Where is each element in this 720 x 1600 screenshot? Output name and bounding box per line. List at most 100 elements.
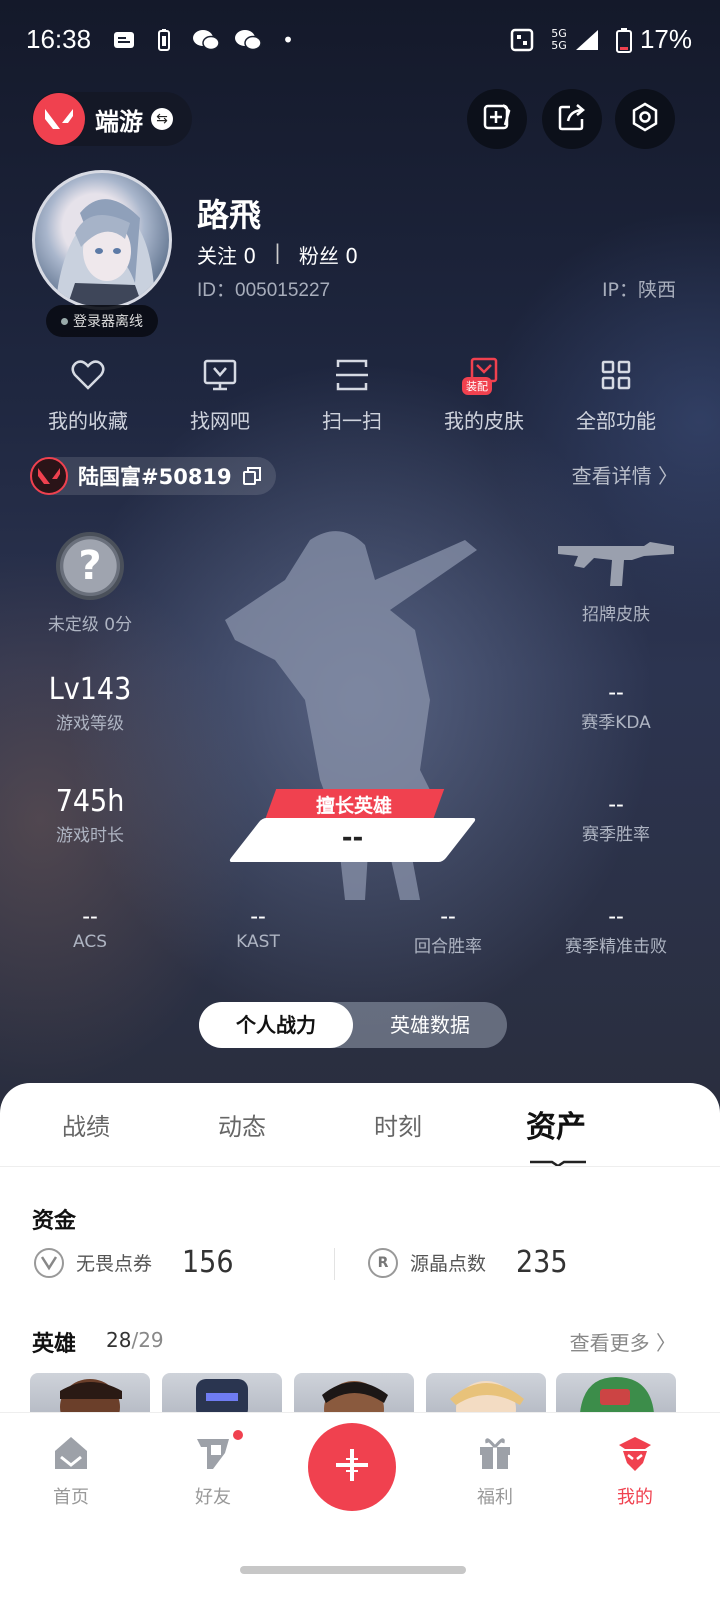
battery-icon — [612, 28, 636, 53]
status-time: 16:38 — [26, 24, 92, 54]
follow-row: 关注 0 | 粉丝 0 — [197, 240, 358, 269]
winrate-stat: -- 赛季胜率 — [556, 790, 676, 845]
nav-me[interactable]: 我的 — [590, 1433, 680, 1509]
fans-stat[interactable]: 粉丝 0 — [299, 240, 358, 269]
hero-card[interactable] — [294, 1373, 414, 1413]
nav-welfare[interactable]: 福利 — [450, 1433, 540, 1509]
message-icon — [112, 28, 136, 52]
avatar[interactable] — [32, 170, 172, 310]
toggle-hero-data[interactable]: 英雄数据 — [353, 1002, 507, 1048]
fund-valorant-points[interactable]: 无畏点券 156 — [34, 1245, 234, 1280]
wechat-icon — [192, 28, 220, 52]
hero-card[interactable] — [162, 1373, 282, 1413]
hero-card[interactable] — [426, 1373, 546, 1413]
unranked-icon: ? — [56, 532, 124, 600]
round-winrate-value: -- — [440, 902, 456, 930]
tab-assets[interactable]: 资产 — [526, 1102, 586, 1146]
game-name: 端游 — [95, 107, 143, 136]
monitor-icon — [200, 355, 240, 395]
ip-location: IP：陕西 — [601, 279, 676, 301]
share-button[interactable] — [542, 89, 602, 149]
rank-stat[interactable]: ? 未定级 0分 — [40, 532, 140, 635]
battery-percent: 17% — [639, 24, 692, 54]
acs-stat: -- ACS — [40, 902, 140, 952]
plus-icon — [332, 1445, 372, 1489]
signal-icon — [574, 28, 598, 52]
tab-indicator — [530, 1152, 586, 1168]
precise-kills-label: 赛季精准击败 — [565, 937, 667, 957]
create-post-button[interactable] — [308, 1423, 396, 1511]
status-bar: 16:38 • 5G 5G 17% — [0, 0, 720, 80]
func-scan[interactable]: 扫一扫 — [292, 355, 412, 434]
share-icon — [556, 101, 588, 137]
account-name: 陆国富#50819 — [78, 465, 232, 489]
view-toggle: 英雄数据 个人战力 — [199, 1002, 507, 1048]
round-winrate-label: 回合胜率 — [414, 937, 482, 957]
settings-button[interactable] — [615, 89, 675, 149]
hero-card[interactable] — [556, 1373, 676, 1413]
edit-card-button[interactable] — [467, 89, 527, 149]
divider — [0, 1166, 720, 1167]
view-more-link[interactable]: 查看更多 〉 — [570, 1327, 676, 1356]
rank-label: 未定级 0分 — [47, 615, 133, 635]
kast-stat: -- KAST — [208, 902, 308, 952]
heroes-title: 英雄 — [32, 1332, 77, 1357]
friends-icon — [193, 1433, 233, 1473]
game-account-chip[interactable]: 陆国富#50819 — [30, 457, 276, 495]
nickname: 路飛 — [197, 196, 262, 234]
login-status-text: 登录器离线 — [73, 314, 143, 330]
more-dot-icon: • — [282, 28, 294, 52]
signature-skin-stat[interactable]: 招牌皮肤 — [548, 538, 684, 625]
fund-radianite-points[interactable]: R 源晶点数 235 — [368, 1245, 568, 1280]
level-stat: Lv143 游戏等级 — [30, 672, 150, 734]
nav-friends[interactable]: 好友 — [168, 1433, 258, 1509]
grid-icon — [596, 355, 636, 395]
winrate-value: -- — [608, 790, 624, 818]
tab-records[interactable]: 战绩 — [62, 1107, 110, 1142]
valorant-points-icon — [34, 1247, 64, 1278]
fund-divider — [334, 1248, 335, 1280]
radianite-points-icon: R — [368, 1247, 398, 1278]
tab-moments-feed[interactable]: 动态 — [218, 1107, 266, 1142]
view-details-link[interactable]: 查看详情 〉 — [572, 460, 678, 489]
home-indicator — [240, 1566, 466, 1574]
hero-card[interactable] — [30, 1373, 150, 1413]
level-value: Lv143 — [48, 672, 132, 707]
user-id: ID：005015227 — [197, 280, 331, 301]
scan-icon — [332, 355, 372, 395]
precise-kills-stat: -- 赛季精准击败 — [546, 902, 686, 957]
kast-value: -- — [250, 902, 266, 930]
offline-dot-icon — [61, 317, 68, 325]
copy-icon[interactable] — [242, 466, 262, 486]
acs-label: ACS — [73, 932, 107, 952]
func-favorites[interactable]: 我的收藏 — [28, 355, 148, 434]
notification-dot — [231, 1428, 245, 1442]
playtime-value: 745h — [55, 784, 125, 819]
playtime-stat: 745h 游戏时长 — [30, 784, 150, 846]
precise-kills-value: -- — [608, 902, 624, 930]
edit-card-icon — [481, 101, 513, 137]
func-my-skins[interactable]: 装配 我的皮肤 — [424, 355, 544, 434]
nav-home[interactable]: 首页 — [26, 1433, 116, 1509]
home-icon — [51, 1433, 91, 1473]
kda-value: -- — [608, 678, 624, 706]
func-all[interactable]: 全部功能 — [556, 355, 676, 434]
game-switcher[interactable]: 端游 ⇆ — [32, 92, 192, 146]
round-winrate-stat: -- 回合胜率 — [388, 902, 508, 957]
toggle-personal-power[interactable]: 个人战力 — [199, 1002, 353, 1048]
nfc-icon — [510, 28, 534, 52]
gift-icon — [475, 1433, 515, 1473]
tab-highlights[interactable]: 时刻 — [374, 1107, 422, 1142]
following-stat[interactable]: 关注 0 — [197, 240, 256, 269]
func-find-cafe[interactable]: 找网吧 — [160, 355, 280, 434]
account-logo-icon — [30, 457, 68, 495]
kda-stat: -- 赛季KDA — [556, 678, 676, 733]
me-icon — [615, 1433, 655, 1473]
smg-icon — [548, 538, 684, 594]
skin-icon: 装配 — [462, 355, 504, 395]
best-hero-value: -- — [341, 823, 364, 853]
settings-hex-icon — [629, 101, 661, 137]
heart-icon — [68, 355, 108, 395]
level-label: 游戏等级 — [56, 714, 124, 734]
login-status-badge: 登录器离线 — [46, 305, 158, 337]
